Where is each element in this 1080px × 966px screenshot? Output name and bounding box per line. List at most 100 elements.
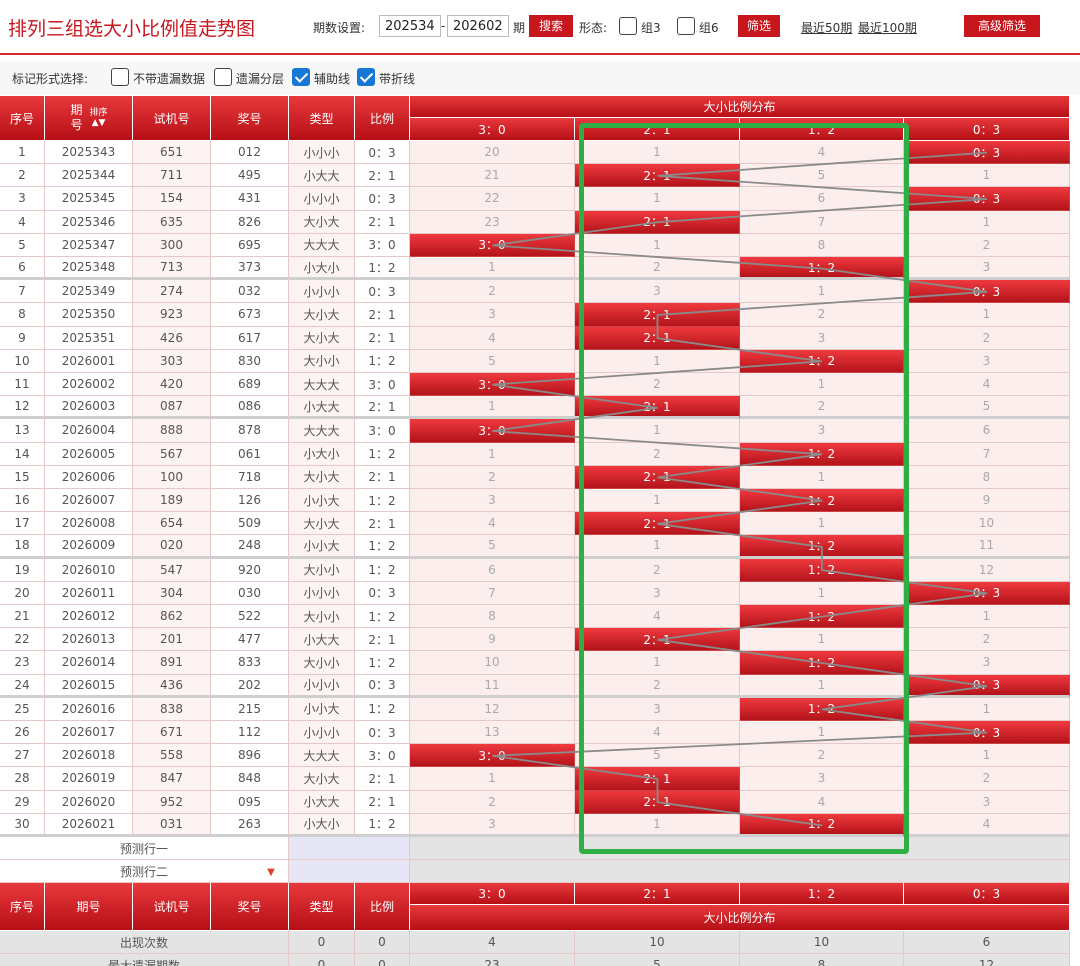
dist-miss-cell: 4	[904, 373, 1070, 397]
row-ratio: 0：3	[355, 187, 410, 211]
row-period: 2026019	[45, 767, 133, 791]
header-period[interactable]: 期号 排序 ▲▼	[45, 96, 133, 141]
sort-button[interactable]: 排序 ▲▼	[89, 108, 107, 128]
dist-miss-cell: 4	[410, 512, 575, 536]
dist-hit-cell: 3：0	[410, 744, 575, 768]
row-ratio: 1：2	[355, 697, 410, 721]
predict-row-one-input[interactable]	[289, 837, 410, 860]
collapse-arrow-icon[interactable]: ▼	[261, 865, 281, 879]
row-prize: 689	[211, 373, 289, 397]
row-ratio: 3：0	[355, 744, 410, 768]
row-trial: 847	[133, 767, 211, 791]
row-ratio: 2：1	[355, 326, 410, 350]
row-index: 24	[0, 674, 45, 698]
row-index: 26	[0, 721, 45, 745]
row-period: 2026007	[45, 489, 133, 513]
row-trial: 651	[133, 141, 211, 165]
footer-header-index: 序号	[0, 883, 45, 931]
predict-row-two-area[interactable]	[410, 860, 1070, 883]
dist-hit-cell: 0：3	[904, 141, 1070, 165]
dist-hit-cell: 0：3	[904, 280, 1070, 304]
row-period: 2026013	[45, 628, 133, 652]
row-type: 大小小	[289, 558, 355, 582]
row-prize: 112	[211, 721, 289, 745]
row-index: 8	[0, 303, 45, 327]
row-trial: 923	[133, 303, 211, 327]
row-trial: 654	[133, 512, 211, 536]
row-index: 13	[0, 419, 45, 443]
row-period: 2026011	[45, 581, 133, 605]
dist-miss-cell: 7	[904, 442, 1070, 466]
row-trial: 020	[133, 535, 211, 559]
row-trial: 952	[133, 790, 211, 814]
dist-miss-cell: 1	[904, 605, 1070, 629]
sort-label: 排序	[89, 108, 108, 118]
row-prize: 012	[211, 141, 289, 165]
dist-miss-cell: 21	[410, 164, 575, 188]
row-period: 2026012	[45, 605, 133, 629]
row-index: 21	[0, 605, 45, 629]
highlight-box	[579, 123, 909, 854]
row-period: 2026010	[45, 558, 133, 582]
footer-header-ratio: 比例	[355, 883, 410, 931]
row-period: 2026020	[45, 790, 133, 814]
row-ratio: 2：1	[355, 164, 410, 188]
row-period: 2026003	[45, 396, 133, 420]
row-index: 28	[0, 767, 45, 791]
row-index: 22	[0, 628, 45, 652]
dist-miss-cell: 3	[904, 349, 1070, 373]
row-type: 小大大	[289, 164, 355, 188]
row-prize: 032	[211, 280, 289, 304]
predict-row-two-input[interactable]	[289, 860, 410, 883]
row-trial: 420	[133, 373, 211, 397]
row-index: 1	[0, 141, 45, 165]
dist-miss-cell: 22	[410, 187, 575, 211]
row-trial: 189	[133, 489, 211, 513]
stats-value: 8	[740, 954, 904, 966]
row-prize: 848	[211, 767, 289, 791]
row-index: 18	[0, 535, 45, 559]
row-period: 2025345	[45, 187, 133, 211]
row-period: 2025351	[45, 326, 133, 350]
dist-hit-cell: 0：3	[904, 187, 1070, 211]
dist-miss-cell: 5	[904, 396, 1070, 420]
row-type: 小小小	[289, 581, 355, 605]
row-type: 小小小	[289, 280, 355, 304]
footer-header-prize: 奖号	[211, 883, 289, 931]
row-index: 29	[0, 790, 45, 814]
row-ratio: 2：1	[355, 396, 410, 420]
stats-label: 出现次数	[0, 931, 289, 954]
dist-miss-cell: 6	[410, 558, 575, 582]
row-prize: 086	[211, 396, 289, 420]
row-period: 2025344	[45, 164, 133, 188]
row-prize: 617	[211, 326, 289, 350]
footer-header-trial: 试机号	[133, 883, 211, 931]
stats-type: 0	[289, 931, 355, 954]
row-period: 2026009	[45, 535, 133, 559]
row-trial: 567	[133, 442, 211, 466]
row-ratio: 0：3	[355, 581, 410, 605]
row-ratio: 2：1	[355, 767, 410, 791]
dist-miss-cell: 2	[410, 465, 575, 489]
row-ratio: 1：2	[355, 605, 410, 629]
row-ratio: 0：3	[355, 674, 410, 698]
dist-miss-cell: 1	[904, 697, 1070, 721]
row-index: 5	[0, 233, 45, 257]
dist-miss-cell: 1	[410, 442, 575, 466]
dist-hit-cell: 0：3	[904, 674, 1070, 698]
stats-type: 0	[289, 954, 355, 966]
row-type: 小小小	[289, 721, 355, 745]
row-prize: 509	[211, 512, 289, 536]
row-period: 2026002	[45, 373, 133, 397]
row-index: 14	[0, 442, 45, 466]
dist-miss-cell: 13	[410, 721, 575, 745]
row-trial: 031	[133, 813, 211, 837]
stats-value: 12	[904, 954, 1070, 966]
row-prize: 202	[211, 674, 289, 698]
dist-miss-cell: 1	[904, 210, 1070, 234]
row-type: 小小大	[289, 697, 355, 721]
row-period: 2026017	[45, 721, 133, 745]
dist-miss-cell: 8	[410, 605, 575, 629]
row-ratio: 0：3	[355, 280, 410, 304]
stats-value: 23	[410, 954, 575, 966]
